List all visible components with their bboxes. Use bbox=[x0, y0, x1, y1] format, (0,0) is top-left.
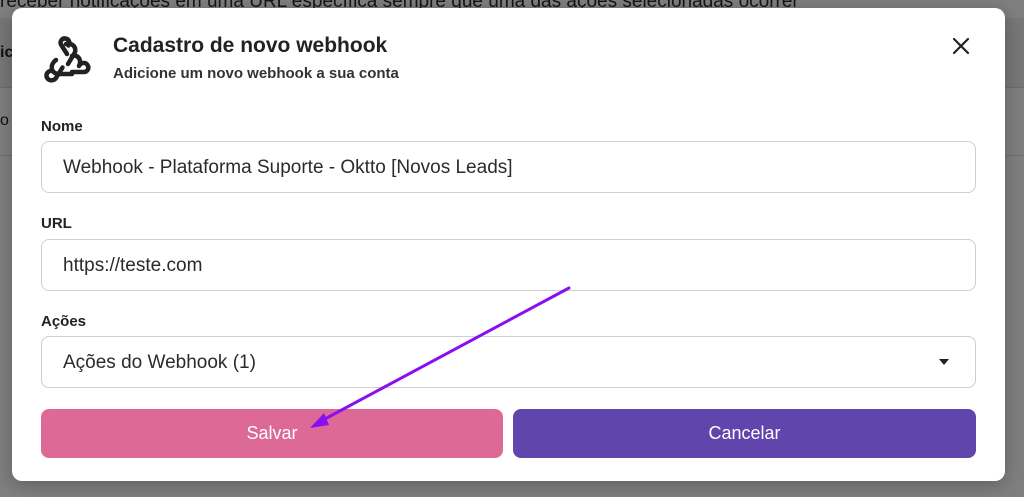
cancel-button[interactable]: Cancelar bbox=[513, 409, 976, 458]
modal-subtitle: Adicione um novo webhook a sua conta bbox=[113, 65, 399, 82]
name-label: Nome bbox=[41, 118, 83, 135]
close-icon[interactable] bbox=[948, 33, 974, 59]
url-label: URL bbox=[41, 215, 72, 232]
url-field[interactable]: https://teste.com bbox=[41, 239, 976, 291]
actions-label: Ações bbox=[41, 313, 87, 330]
url-field-value: https://teste.com bbox=[63, 255, 203, 276]
chevron-down-icon[interactable] bbox=[939, 359, 949, 365]
name-field-value: Webhook - Plataforma Suporte - Oktto [No… bbox=[63, 157, 513, 178]
actions-select-value: Ações do Webhook (1) bbox=[63, 352, 256, 373]
modal-title: Cadastro de novo webhook bbox=[113, 34, 388, 57]
webhook-icon bbox=[44, 36, 91, 83]
name-field[interactable]: Webhook - Plataforma Suporte - Oktto [No… bbox=[41, 141, 976, 193]
webhook-modal: Cadastro de novo webhook Adicione um nov… bbox=[12, 8, 1005, 481]
save-button[interactable]: Salvar bbox=[41, 409, 503, 458]
actions-select[interactable]: Ações do Webhook (1) bbox=[41, 336, 976, 388]
